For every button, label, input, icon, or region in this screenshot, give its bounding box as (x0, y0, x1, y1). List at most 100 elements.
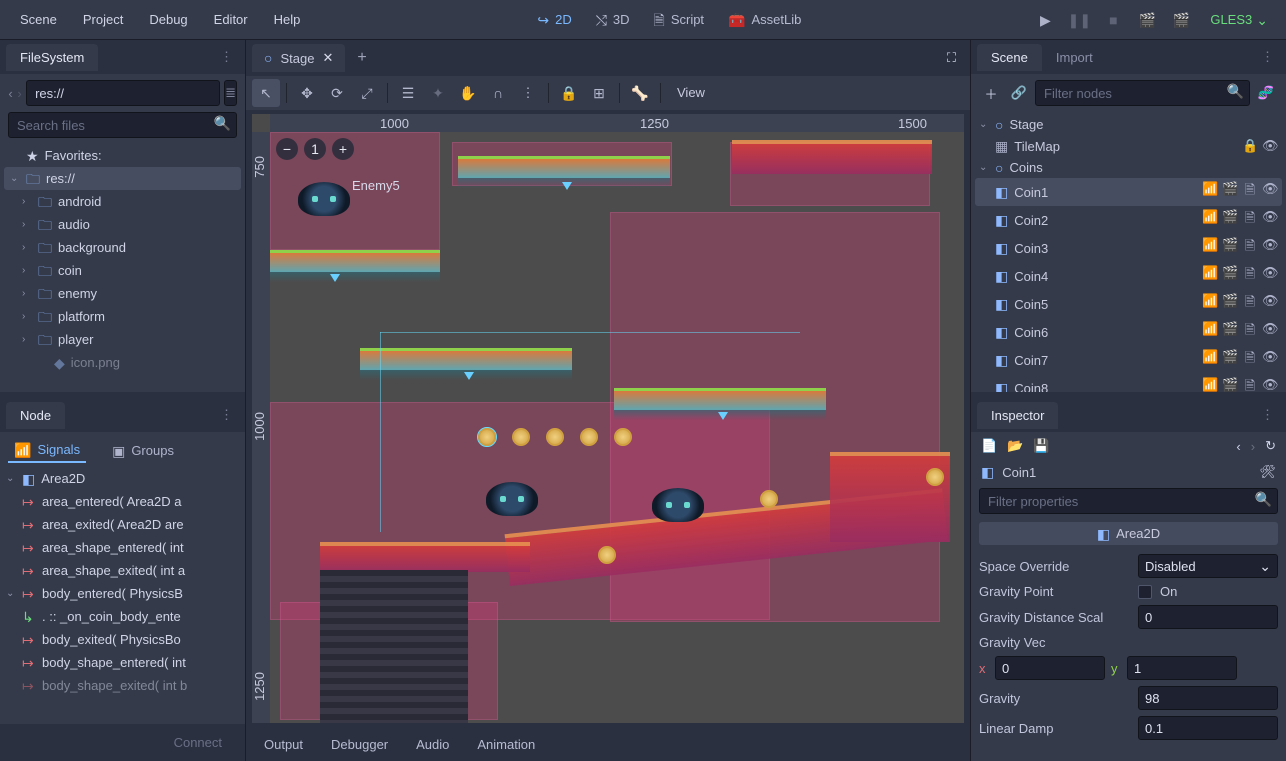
mode-script[interactable]: 🗎Script (644, 8, 715, 31)
menu-editor[interactable]: Editor (206, 8, 256, 31)
pan-tool[interactable]: ✋ (454, 79, 482, 107)
inspector-options[interactable]: ⋮ (1255, 407, 1280, 423)
pivot-tool[interactable]: ✦ (424, 79, 452, 107)
select-tool[interactable]: ↖ (252, 79, 280, 107)
view-menu[interactable]: View (667, 85, 715, 100)
script-icon[interactable]: 🗎 (1242, 237, 1258, 259)
new-resource-button[interactable]: 📄 (981, 438, 997, 454)
tree-node-coin6[interactable]: ◧Coin6📶🎬🗎👁 (975, 318, 1282, 346)
signals-root[interactable]: ⌄◧Area2D (2, 467, 243, 490)
visibility-icon[interactable]: 👁 (1262, 138, 1278, 154)
fs-folder-platform[interactable]: ›🗀platform (4, 305, 241, 328)
script-icon[interactable]: 🗎 (1242, 349, 1258, 371)
node-options[interactable]: ⋮ (214, 407, 239, 423)
signal-icon[interactable]: 📶 (1202, 181, 1218, 203)
script-icon[interactable]: 🗎 (1242, 321, 1258, 343)
instance-scene-button[interactable]: 🔗 (1007, 81, 1031, 105)
group-tool[interactable]: ⊞ (585, 79, 613, 107)
tree-node-tilemap[interactable]: ▦TileMap🔒👁 (975, 135, 1282, 157)
bottom-tab-animation[interactable]: Animation (465, 733, 547, 756)
tree-node-coin7[interactable]: ◧Coin7📶🎬🗎👁 (975, 346, 1282, 374)
load-resource-button[interactable]: 📂 (1007, 438, 1023, 454)
tree-node-coin5[interactable]: ◧Coin5📶🎬🗎👁 (975, 290, 1282, 318)
fs-forward-button[interactable]: › (17, 81, 22, 105)
scene-instance-icon[interactable]: 🎬 (1222, 237, 1238, 259)
list-select-tool[interactable]: ☰ (394, 79, 422, 107)
signal-row[interactable]: ↦area_exited( Area2D are (2, 513, 243, 536)
scene-instance-icon[interactable]: 🎬 (1222, 209, 1238, 231)
scale-tool[interactable]: ⤢ (353, 79, 381, 107)
close-tab-button[interactable]: ✕ (322, 50, 333, 66)
history-forward[interactable]: › (1251, 439, 1255, 454)
fs-root-row[interactable]: ⌄🗀res:// (4, 167, 241, 190)
fs-folder-audio[interactable]: ›🗀audio (4, 213, 241, 236)
signal-row[interactable]: ↦body_shape_exited( int b (2, 674, 243, 697)
signal-row[interactable]: ↦body_shape_entered( int (2, 651, 243, 674)
filesystem-options[interactable]: ⋮ (214, 49, 239, 65)
canvas[interactable]: − 1 + (270, 132, 964, 723)
scene-instance-icon[interactable]: 🎬 (1222, 377, 1238, 392)
tree-node-stage[interactable]: ⌄○Stage (975, 114, 1282, 135)
viewport[interactable]: 1000 1250 1500 750 1000 1250 − 1 + (252, 114, 964, 723)
visibility-icon[interactable]: 👁 (1262, 265, 1278, 287)
gravity-input[interactable] (1138, 686, 1278, 710)
script-icon[interactable]: 🗎 (1242, 209, 1258, 231)
fs-folder-background[interactable]: ›🗀background (4, 236, 241, 259)
import-panel-tab[interactable]: Import (1042, 44, 1107, 71)
scene-instance-icon[interactable]: 🎬 (1222, 321, 1238, 343)
favorites-row[interactable]: ★Favorites: (4, 144, 241, 167)
mode-3d[interactable]: ⤭3D (586, 8, 640, 31)
lock-tool[interactable]: 🔒 (555, 79, 583, 107)
script-icon[interactable]: 🗎 (1242, 377, 1258, 392)
visibility-icon[interactable]: 👁 (1262, 321, 1278, 343)
gravity-point-checkbox[interactable] (1138, 585, 1152, 599)
lock-icon[interactable]: 🔒 (1242, 138, 1258, 154)
fs-folder-coin[interactable]: ›🗀coin (4, 259, 241, 282)
visibility-icon[interactable]: 👁 (1262, 349, 1278, 371)
filesystem-tab[interactable]: FileSystem (6, 44, 98, 71)
scene-filter-input[interactable] (1035, 80, 1250, 106)
fs-back-button[interactable]: ‹ (8, 81, 13, 105)
save-resource-button[interactable]: 💾 (1033, 438, 1049, 454)
fs-folder-player[interactable]: ›🗀player (4, 328, 241, 351)
signal-icon[interactable]: 📶 (1202, 237, 1218, 259)
renderer-select[interactable]: GLES3⌄ (1200, 12, 1278, 27)
signal-icon[interactable]: 📶 (1202, 209, 1218, 231)
rotate-tool[interactable]: ⟳ (323, 79, 351, 107)
scene-tab-stage[interactable]: ○ Stage ✕ (252, 44, 345, 72)
tree-node-coin4[interactable]: ◧Coin4📶🎬🗎👁 (975, 262, 1282, 290)
visibility-icon[interactable]: 👁 (1262, 377, 1278, 392)
gravity-vec-x-input[interactable] (995, 656, 1105, 680)
attach-script-button[interactable]: 🧬 (1254, 81, 1278, 105)
fs-split-mode[interactable]: ≣ (224, 80, 237, 106)
bottom-tab-audio[interactable]: Audio (404, 733, 461, 756)
menu-scene[interactable]: Scene (12, 8, 65, 31)
gravity-vec-y-input[interactable] (1127, 656, 1237, 680)
history-list[interactable]: ↻ (1265, 438, 1276, 454)
new-scene-button[interactable]: + (345, 49, 378, 67)
scene-instance-icon[interactable]: 🎬 (1222, 181, 1238, 203)
menu-help[interactable]: Help (266, 8, 309, 31)
node-tab[interactable]: Node (6, 402, 65, 429)
signal-icon[interactable]: 📶 (1202, 265, 1218, 287)
scene-panel-options[interactable]: ⋮ (1255, 49, 1280, 65)
fs-path-input[interactable] (26, 80, 220, 106)
signal-icon[interactable]: 📶 (1202, 293, 1218, 315)
signal-connection[interactable]: ↳. :: _on_coin_body_ente (2, 605, 243, 628)
distraction-free-button[interactable]: ⛶ (939, 50, 964, 66)
tree-node-coin1[interactable]: ◧Coin1📶🎬🗎👁 (975, 178, 1282, 206)
signal-row-expanded[interactable]: ⌄↦body_entered( PhysicsB (2, 582, 243, 605)
linear-damp-input[interactable] (1138, 716, 1278, 740)
zoom-in[interactable]: + (332, 138, 354, 160)
object-tools[interactable]: 🛠 (1259, 464, 1276, 480)
fs-file-icon[interactable]: ◆icon.png (4, 351, 241, 374)
visibility-icon[interactable]: 👁 (1262, 293, 1278, 315)
signal-icon[interactable]: 📶 (1202, 377, 1218, 392)
fs-folder-enemy[interactable]: ›🗀enemy (4, 282, 241, 305)
scene-instance-icon[interactable]: 🎬 (1222, 349, 1238, 371)
tree-node-coin8[interactable]: ◧Coin8📶🎬🗎👁 (975, 374, 1282, 392)
zoom-reset[interactable]: 1 (304, 138, 326, 160)
inspector-class-header[interactable]: ◧ Area2D (979, 522, 1278, 545)
script-icon[interactable]: 🗎 (1242, 181, 1258, 203)
signal-row[interactable]: ↦body_exited( PhysicsBo (2, 628, 243, 651)
